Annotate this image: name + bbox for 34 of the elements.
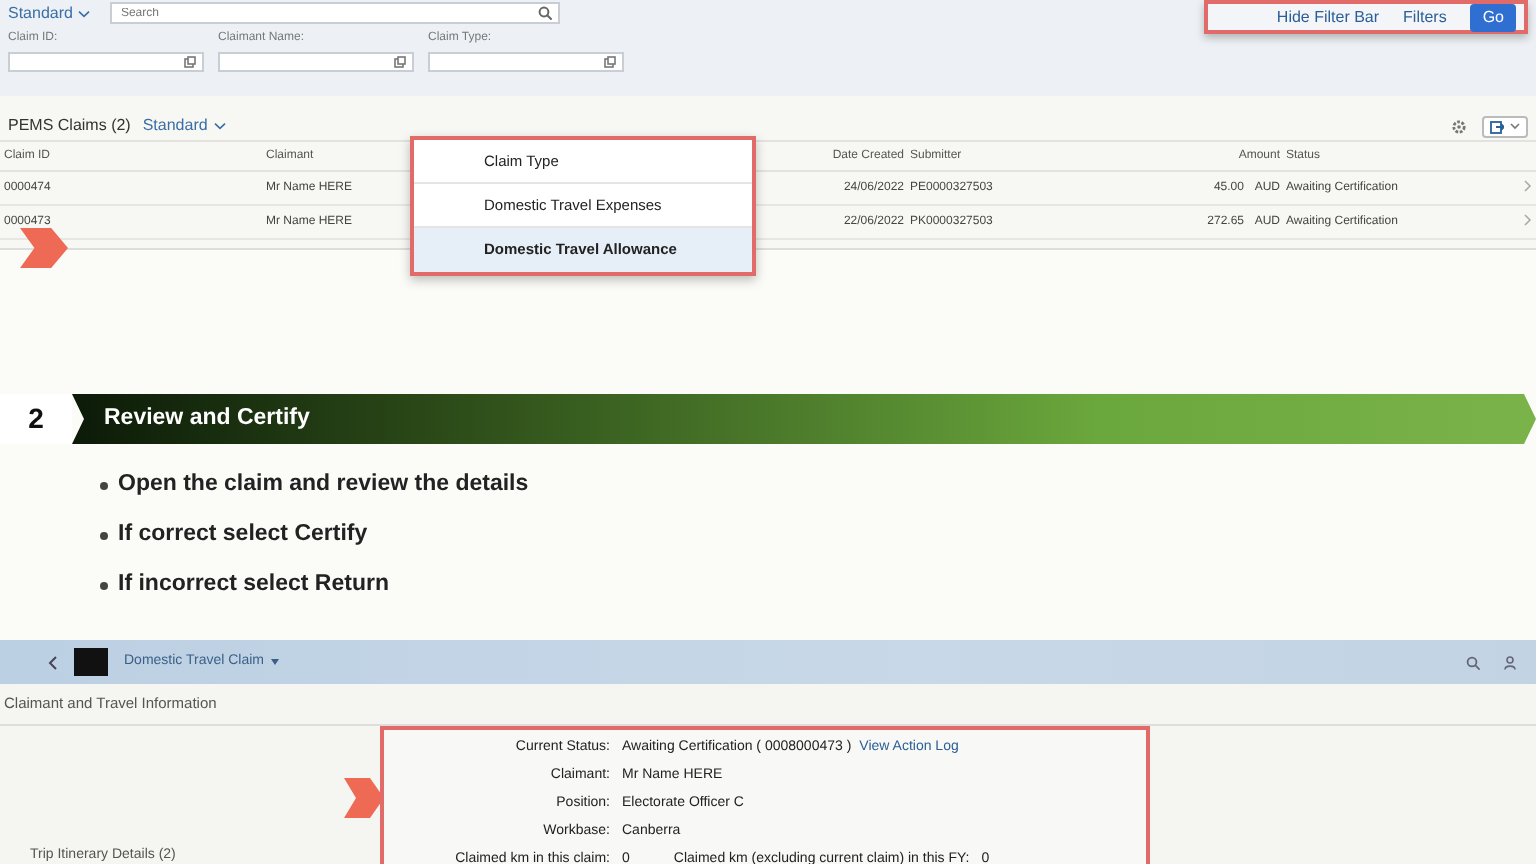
settings-icon [1452,119,1466,133]
bullet-text: Open the claim and review the details [118,469,529,500]
input-field[interactable] [428,52,624,72]
search-icon [1466,655,1480,669]
caret-icon [270,658,281,666]
value-help-icon [184,56,196,68]
filter-link[interactable]: Hide Filter Bar [1276,5,1380,29]
export-button[interactable] [1482,115,1528,137]
variant-dropdown[interactable]: Standard [142,114,208,138]
logo-icon [74,648,108,676]
export-icon [1490,119,1504,133]
chevron-icon [1524,179,1532,192]
input-field[interactable] [218,52,414,72]
go-button[interactable]: Go [1470,3,1516,31]
input-field[interactable] [8,52,204,72]
caret-icon [1510,122,1520,130]
bullet-icon [100,581,108,589]
back-icon [48,655,58,669]
caret-icon [213,122,226,130]
bullet-icon [100,481,108,489]
bullet-text: If incorrect select Return [118,569,389,600]
chevron-icon [1524,213,1532,226]
bullet-icon [100,531,108,539]
search-icon [538,6,553,20]
caret-icon [78,9,91,17]
variant-dropdown[interactable]: Standard [8,1,73,25]
step-number: 2 [0,394,72,444]
value-help-icon [604,56,616,68]
step-title: Review and Certify [104,403,310,434]
value-help-icon [394,56,406,68]
user-icon [1504,655,1516,669]
filter-link[interactable]: Filters [1403,5,1447,29]
table-title: PEMS Claims (2) [8,114,131,138]
bullet-text: If correct select Certify [118,519,368,550]
